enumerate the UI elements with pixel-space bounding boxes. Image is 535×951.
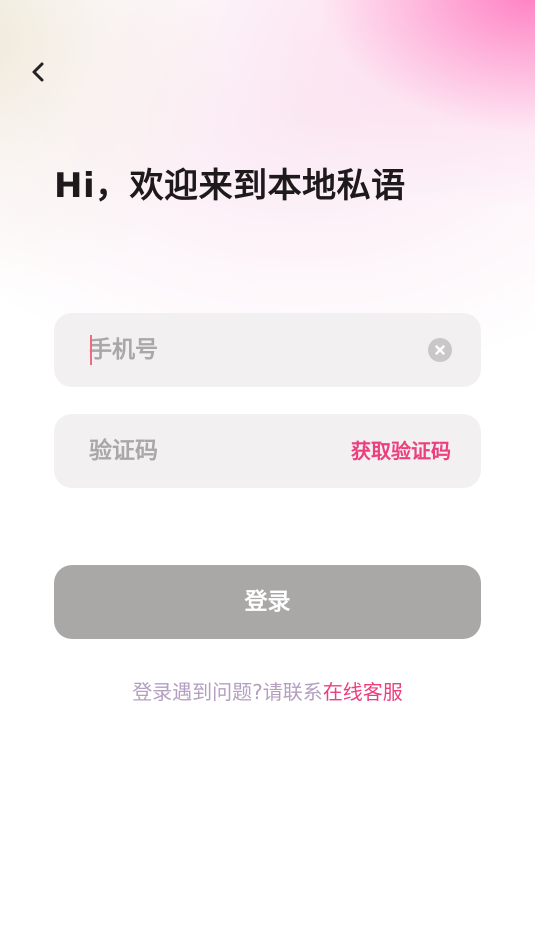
get-code-button[interactable]: 获取验证码 xyxy=(351,414,451,488)
help-prefix: 登录遇到问题?请联系 xyxy=(132,680,323,704)
verification-code-input[interactable] xyxy=(89,414,389,488)
help-text: 登录遇到问题?请联系在线客服 xyxy=(0,676,535,705)
clear-phone-button[interactable] xyxy=(428,338,452,362)
phone-input[interactable] xyxy=(89,313,389,387)
clear-circle-icon xyxy=(435,345,445,355)
online-support-link[interactable]: 在线客服 xyxy=(323,680,403,704)
text-cursor xyxy=(90,335,92,365)
login-button[interactable]: 登录 xyxy=(54,565,481,639)
back-button[interactable] xyxy=(22,56,54,88)
welcome-title: Hi，欢迎来到本地私语 xyxy=(54,166,406,206)
chevron-left-icon xyxy=(32,62,44,82)
phone-field[interactable] xyxy=(54,313,481,387)
verification-code-field[interactable]: 获取验证码 xyxy=(54,414,481,488)
